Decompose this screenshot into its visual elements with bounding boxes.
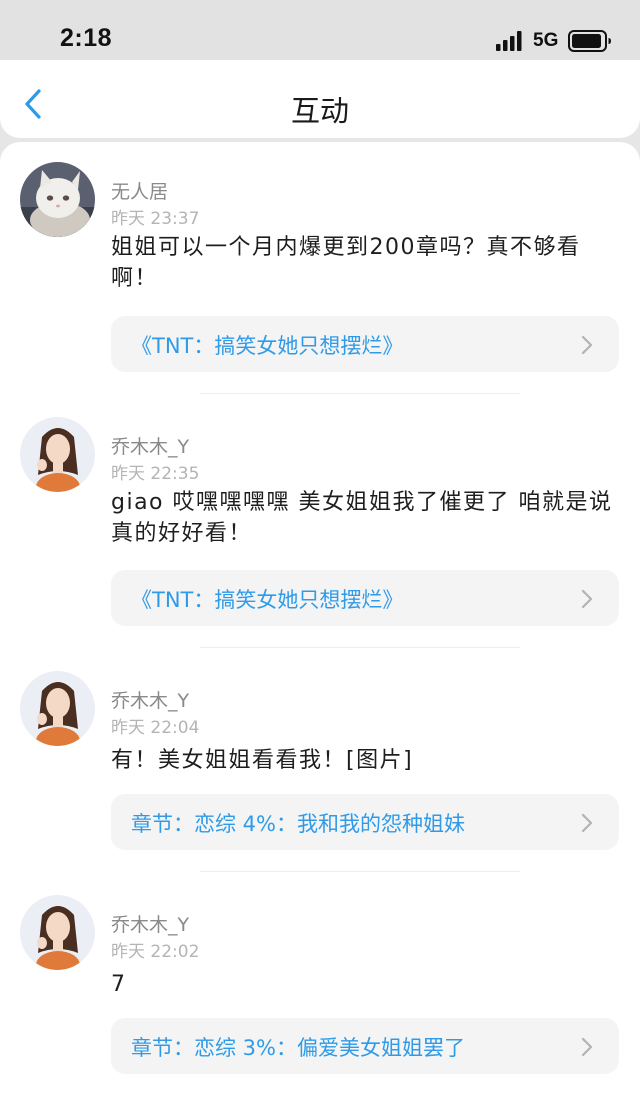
- divider: [200, 871, 520, 872]
- woman-avatar[interactable]: [20, 671, 95, 746]
- chevron-right-icon: [581, 589, 593, 609]
- reference-card[interactable]: 《TNT：搞笑女她只想摆烂》: [111, 570, 619, 626]
- username[interactable]: 乔木木_Y: [111, 432, 189, 459]
- reference-title: 章节：恋综 3%：偏爱美女姐姐罢了: [131, 1036, 465, 1060]
- page-title: 互动: [290, 94, 349, 128]
- chevron-right-icon: [581, 335, 593, 355]
- timestamp: 昨天 23:37: [111, 209, 200, 229]
- woman-avatar[interactable]: [20, 895, 95, 970]
- divider: [200, 393, 520, 394]
- chevron-right-icon: [581, 813, 593, 833]
- network-label: 5G: [533, 30, 559, 51]
- username[interactable]: 乔木木_Y: [111, 910, 189, 937]
- reference-title: 《TNT：搞笑女她只想摆烂》: [131, 588, 404, 612]
- reference-card[interactable]: 《TNT：搞笑女她只想摆烂》: [111, 316, 619, 372]
- username[interactable]: 无人居: [111, 177, 168, 204]
- comment-text: giao 哎嘿嘿嘿嘿 美女姐姐我了催更了 咱就是说真的好好看！: [111, 490, 613, 546]
- comment-text: 7: [111, 972, 127, 997]
- battery-icon: [568, 30, 611, 52]
- timestamp: 昨天 22:04: [111, 718, 200, 738]
- nav-bar: 互动: [0, 60, 640, 138]
- reference-card[interactable]: 章节：恋综 4%：我和我的怨种姐妹: [111, 794, 619, 850]
- timestamp: 昨天 22:02: [111, 942, 200, 962]
- timestamp: 昨天 22:35: [111, 464, 200, 484]
- username[interactable]: 乔木木_Y: [111, 686, 189, 713]
- comment-text: 有！美女姐姐看看我！[图片]: [111, 748, 414, 773]
- status-time: 2:18: [60, 24, 113, 52]
- status-bar: 2:18 5G: [0, 0, 640, 60]
- reference-card[interactable]: 章节：恋综 3%：偏爱美女姐姐罢了: [111, 1018, 619, 1074]
- comment-list: 无人居 昨天 23:37 姐姐可以一个月内爆更到200章吗？真不够看啊！ 《TN…: [0, 142, 640, 1095]
- signal-icon: [496, 31, 522, 51]
- woman-avatar[interactable]: [20, 417, 95, 492]
- chevron-right-icon: [581, 1037, 593, 1057]
- comment-text: 姐姐可以一个月内爆更到200章吗？真不够看啊！: [111, 235, 581, 291]
- divider: [200, 647, 520, 648]
- reference-title: 《TNT：搞笑女她只想摆烂》: [131, 334, 404, 358]
- reference-title: 章节：恋综 4%：我和我的怨种姐妹: [131, 812, 465, 836]
- cat-avatar[interactable]: [20, 162, 95, 237]
